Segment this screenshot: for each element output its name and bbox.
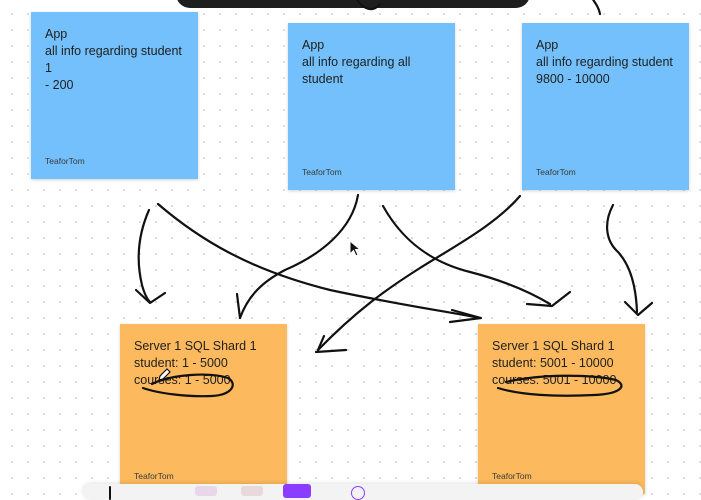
ink-stroke[interactable] (356, 0, 382, 11)
cursor-arrow-icon (349, 240, 361, 257)
ink-circle[interactable] (496, 374, 623, 397)
sticker-tool-icon[interactable] (241, 486, 263, 496)
bottom-toolbar[interactable] (83, 484, 643, 500)
ink-arrow[interactable] (606, 203, 639, 314)
ink-arrow[interactable] (238, 193, 360, 320)
color-picker-icon[interactable] (351, 486, 365, 500)
shapes-tool-icon[interactable] (195, 486, 217, 496)
ink-arrow[interactable] (137, 208, 152, 304)
ink-stroke[interactable] (592, 0, 602, 16)
ink-arrowhead[interactable] (623, 300, 654, 317)
pen-tool-icon[interactable] (109, 486, 111, 500)
ink-arrow[interactable] (381, 204, 552, 306)
active-tool-icon[interactable] (283, 484, 311, 498)
ink-arrowhead[interactable] (235, 292, 242, 320)
pen-icon (158, 368, 171, 381)
